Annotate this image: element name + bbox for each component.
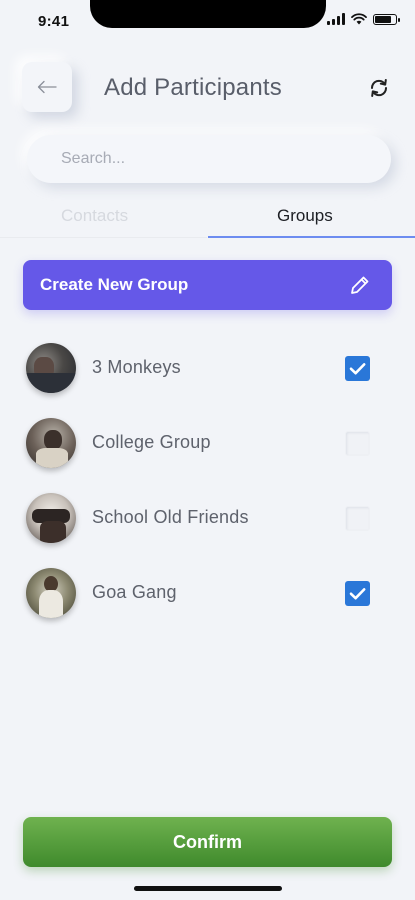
home-indicator xyxy=(134,886,282,891)
group-name: College Group xyxy=(92,432,211,452)
tab-groups[interactable]: Groups xyxy=(277,206,333,226)
group-name: Goa Gang xyxy=(92,582,177,602)
group-name: School Old Friends xyxy=(92,507,249,527)
search-input[interactable] xyxy=(27,135,391,183)
group-checkbox[interactable] xyxy=(345,506,370,531)
confirm-button[interactable]: Confirm xyxy=(23,817,392,867)
group-checkbox[interactable] xyxy=(345,581,370,606)
group-checkbox[interactable] xyxy=(345,356,370,381)
checkmark-icon xyxy=(349,363,366,375)
list-item-college-group[interactable]: College Group xyxy=(0,412,415,472)
back-button[interactable] xyxy=(22,62,72,112)
search-box xyxy=(27,135,391,183)
create-new-group-label: Create New Group xyxy=(40,275,189,294)
list-item-3-monkeys[interactable]: 3 Monkeys xyxy=(0,337,415,397)
refresh-button[interactable] xyxy=(366,76,392,100)
status-icons xyxy=(327,13,400,25)
group-name: 3 Monkeys xyxy=(92,357,181,377)
cellular-signal-icon xyxy=(327,13,345,25)
active-tab-indicator xyxy=(208,236,415,238)
list-item-school-old-friends[interactable]: School Old Friends xyxy=(0,487,415,547)
create-new-group-button[interactable]: Create New Group xyxy=(23,260,392,310)
device-notch xyxy=(90,0,326,28)
group-avatar xyxy=(26,493,76,543)
pencil-icon xyxy=(351,276,369,294)
group-avatar xyxy=(26,343,76,393)
tab-divider xyxy=(0,237,207,238)
group-avatar xyxy=(26,568,76,618)
status-time: 9:41 xyxy=(38,13,70,30)
arrow-left-icon xyxy=(37,80,57,94)
wifi-icon xyxy=(351,13,367,25)
status-bar: 9:41 xyxy=(0,0,415,44)
checkmark-icon xyxy=(349,588,366,600)
tab-contacts[interactable]: Contacts xyxy=(61,206,128,226)
group-checkbox[interactable] xyxy=(345,431,370,456)
battery-icon xyxy=(373,13,400,25)
page-title: Add Participants xyxy=(104,74,282,101)
refresh-icon xyxy=(370,79,388,97)
group-avatar xyxy=(26,418,76,468)
list-item-goa-gang[interactable]: Goa Gang xyxy=(0,562,415,622)
